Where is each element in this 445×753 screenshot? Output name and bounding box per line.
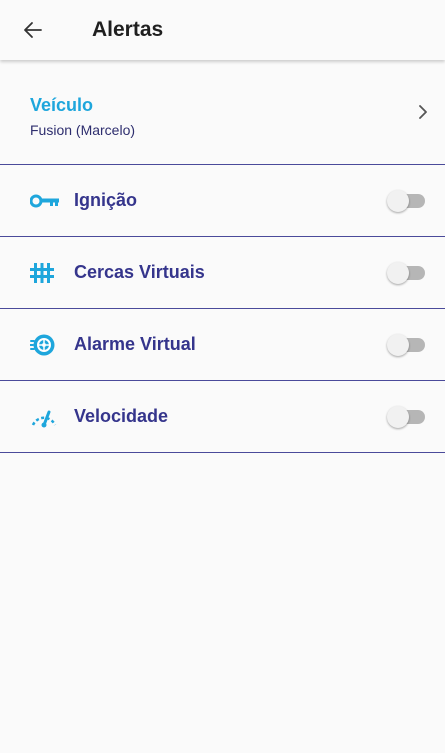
alerts-screen: Alertas Veículo Fusion (Marcelo) Ignição [0, 0, 445, 753]
speedometer-icon [30, 405, 60, 429]
page-title: Alertas [92, 18, 164, 41]
vehicle-selector[interactable]: Veículo Fusion (Marcelo) [0, 60, 445, 165]
alert-row-virtual-fences: Cercas Virtuais [0, 237, 445, 309]
arrow-left-icon [24, 22, 42, 38]
alert-label: Ignição [74, 190, 138, 210]
fence-icon [30, 261, 60, 285]
top-app-bar: Alertas [0, 0, 445, 60]
alert-row-speed: Velocidade [0, 381, 445, 453]
alert-row-ignition: Ignição [0, 165, 445, 237]
alert-label: Alarme Virtual [74, 334, 196, 354]
alarm-wheel-icon [30, 333, 60, 357]
virtual-alarm-toggle[interactable] [387, 333, 427, 357]
vehicle-value: Fusion (Marcelo) [30, 121, 136, 138]
alert-label: Cercas Virtuais [74, 262, 205, 282]
speed-toggle[interactable] [387, 405, 427, 429]
back-button[interactable] [20, 17, 46, 43]
alert-row-virtual-alarm: Alarme Virtual [0, 309, 445, 381]
alert-label: Velocidade [74, 406, 169, 426]
ignition-toggle[interactable] [387, 189, 427, 213]
key-icon [30, 189, 60, 213]
virtual-fences-toggle[interactable] [387, 261, 427, 285]
chevron-right-icon [415, 104, 431, 120]
vehicle-label: Veículo [30, 94, 94, 115]
